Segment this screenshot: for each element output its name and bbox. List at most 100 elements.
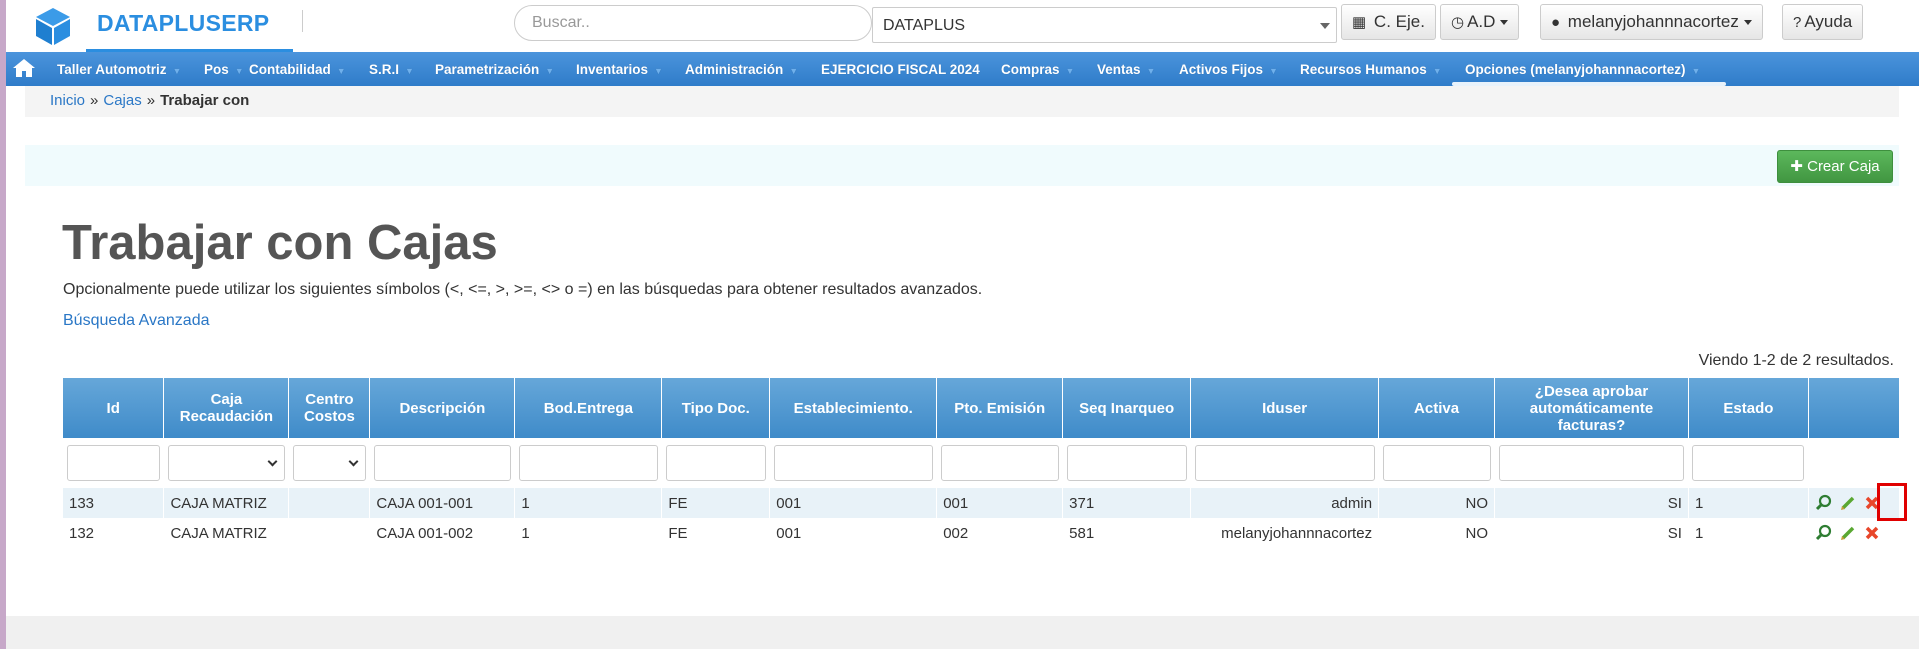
filter-establecimiento-input[interactable] bbox=[773, 445, 933, 481]
menu-label: Opciones (melanyjohannnacortez) bbox=[1465, 62, 1686, 77]
filter-cell bbox=[1062, 438, 1191, 488]
filter-seq-inarqueo-input[interactable] bbox=[1066, 445, 1187, 481]
cell-estado: 1 bbox=[1688, 518, 1809, 548]
col-header-bod-entrega[interactable]: Bod.Entrega bbox=[514, 378, 663, 438]
clock-icon: ◷ bbox=[1451, 14, 1465, 31]
chevron-down-icon bbox=[1320, 23, 1330, 29]
cajas-table: Id Caja Recaudación Centro Costos Descri… bbox=[63, 378, 1901, 548]
menu-opciones[interactable]: Opciones (melanyjohannnacortez) ▼ bbox=[1465, 62, 1700, 77]
breadcrumb-cajas-link[interactable]: Cajas bbox=[103, 92, 141, 109]
col-header-descripcion[interactable]: Descripción bbox=[369, 378, 516, 438]
filter-cell bbox=[1378, 438, 1495, 488]
filter-row bbox=[63, 438, 1900, 488]
breadcrumb-separator: » bbox=[146, 92, 156, 109]
filter-caja-select[interactable] bbox=[167, 445, 285, 481]
calendar-icon: ▦ bbox=[1352, 14, 1367, 31]
footer-band bbox=[6, 616, 1919, 649]
user-menu-button[interactable]: ● melanyjohannnacortez bbox=[1540, 4, 1763, 40]
brand-name[interactable]: DATAPLUSERP bbox=[97, 10, 269, 37]
menu-label: Contabilidad bbox=[249, 62, 331, 77]
cell-bod-entrega: 1 bbox=[514, 488, 663, 518]
page-title: Trabajar con Cajas bbox=[62, 216, 498, 270]
menu-label: EJERCICIO FISCAL 2024 bbox=[821, 62, 980, 77]
menu-arrow-icon: ▼ bbox=[1146, 66, 1156, 76]
breadcrumb-home-link[interactable]: Inicio bbox=[50, 92, 85, 109]
menu-taller-automotriz[interactable]: Taller Automotriz ▼ bbox=[57, 62, 181, 77]
filter-iduser-input[interactable] bbox=[1194, 445, 1375, 481]
cell-pto-emision: 002 bbox=[936, 518, 1064, 548]
filter-aprobar-input[interactable] bbox=[1498, 445, 1685, 481]
col-header-caja-recaudacion[interactable]: Caja Recaudación bbox=[163, 378, 290, 438]
ad-label: A.D bbox=[1467, 12, 1496, 31]
filter-activa-input[interactable] bbox=[1382, 445, 1491, 481]
menu-parametrizacion[interactable]: Parametrización ▼ bbox=[435, 62, 554, 77]
delete-x-icon[interactable] bbox=[1863, 524, 1881, 542]
menu-ejercicio-fiscal[interactable]: EJERCICIO FISCAL 2024 bbox=[821, 62, 980, 77]
menu-ventas[interactable]: Ventas ▼ bbox=[1097, 62, 1155, 77]
pencil-icon[interactable] bbox=[1839, 524, 1857, 542]
col-header-activa[interactable]: Activa bbox=[1378, 378, 1496, 438]
menu-label: Administración bbox=[685, 62, 784, 77]
col-header-seq-inarqueo[interactable]: Seq Inarqueo bbox=[1062, 378, 1192, 438]
filter-cell bbox=[661, 438, 770, 488]
ad-dropdown-button[interactable]: ◷ A.D bbox=[1440, 4, 1520, 40]
filter-descripcion-input[interactable] bbox=[373, 445, 511, 481]
menu-inventarios[interactable]: Inventarios ▼ bbox=[576, 62, 663, 77]
filter-bod-entrega-input[interactable] bbox=[518, 445, 658, 481]
home-icon[interactable] bbox=[12, 58, 36, 78]
menu-arrow-icon: ▼ bbox=[1065, 66, 1075, 76]
col-header-iduser[interactable]: Iduser bbox=[1190, 378, 1380, 438]
filter-estado-input[interactable] bbox=[1692, 445, 1805, 481]
pencil-icon[interactable] bbox=[1839, 494, 1857, 512]
action-toolbar: ✚ Crear Caja bbox=[25, 145, 1899, 186]
cell-establecimiento: 001 bbox=[769, 518, 938, 548]
menu-label: Recursos Humanos bbox=[1300, 62, 1427, 77]
col-header-pto-emision[interactable]: Pto. Emisión bbox=[936, 378, 1064, 438]
create-caja-button[interactable]: ✚ Crear Caja bbox=[1777, 150, 1893, 183]
results-summary: Viendo 1-2 de 2 resultados. bbox=[1698, 352, 1894, 369]
filter-pto-emision-input[interactable] bbox=[940, 445, 1059, 481]
magnifier-icon[interactable] bbox=[1815, 494, 1833, 512]
edit-highlight-box bbox=[1877, 483, 1907, 521]
magnifier-icon[interactable] bbox=[1815, 524, 1833, 542]
col-header-aprobar-facturas[interactable]: ¿Desea aprobar automáticamente facturas? bbox=[1494, 378, 1689, 438]
cell-estado: 1 bbox=[1688, 488, 1809, 518]
menu-compras[interactable]: Compras ▼ bbox=[1001, 62, 1074, 77]
cube-logo-icon[interactable] bbox=[32, 6, 74, 46]
menu-recursos-humanos[interactable]: Recursos Humanos ▼ bbox=[1300, 62, 1442, 77]
col-header-centro-costos[interactable]: Centro Costos bbox=[288, 378, 371, 438]
filter-cell bbox=[1494, 438, 1689, 488]
caret-down-icon bbox=[1500, 20, 1509, 26]
menu-label: Inventarios bbox=[576, 62, 649, 77]
cell-id: 132 bbox=[63, 518, 165, 548]
question-circle-icon: ? bbox=[1793, 14, 1802, 31]
menu-label: Parametrización bbox=[435, 62, 540, 77]
filter-tipo-doc-input[interactable] bbox=[665, 445, 766, 481]
company-select[interactable]: DATAPLUS bbox=[872, 7, 1337, 43]
menu-arrow-icon: ▼ bbox=[654, 66, 663, 76]
menu-label: Activos Fijos bbox=[1179, 62, 1264, 77]
help-button[interactable]: ? Ayuda bbox=[1782, 4, 1864, 40]
fiscal-year-button[interactable]: ▦ C. Eje. bbox=[1341, 4, 1436, 40]
global-search-input[interactable] bbox=[514, 5, 872, 41]
filter-id-input[interactable] bbox=[67, 445, 160, 481]
col-header-id[interactable]: Id bbox=[63, 378, 165, 438]
menu-sri[interactable]: S.R.I ▼ bbox=[369, 62, 414, 77]
filter-cell bbox=[63, 438, 164, 488]
cell-seq-inarqueo: 371 bbox=[1062, 488, 1192, 518]
user-icon: ● bbox=[1551, 14, 1561, 31]
col-header-establecimiento[interactable]: Establecimiento. bbox=[769, 378, 938, 438]
user-name: melanyjohannnacortez bbox=[1567, 12, 1739, 31]
cell-activa: NO bbox=[1378, 488, 1496, 518]
filter-cell bbox=[769, 438, 937, 488]
col-header-tipo-doc[interactable]: Tipo Doc. bbox=[661, 378, 771, 438]
menu-contabilidad[interactable]: Contabilidad ▼ bbox=[249, 62, 346, 77]
menu-pos[interactable]: Pos ▼ bbox=[204, 62, 244, 77]
col-header-estado[interactable]: Estado bbox=[1688, 378, 1809, 438]
advanced-search-link[interactable]: Búsqueda Avanzada bbox=[63, 312, 210, 330]
menu-administracion[interactable]: Administración ▼ bbox=[685, 62, 798, 77]
menu-activos-fijos[interactable]: Activos Fijos ▼ bbox=[1179, 62, 1278, 77]
filter-centro-costos-select[interactable] bbox=[292, 445, 366, 481]
menu-arrow-icon: ▼ bbox=[545, 66, 555, 76]
menu-arrow-icon: ▼ bbox=[789, 66, 799, 76]
